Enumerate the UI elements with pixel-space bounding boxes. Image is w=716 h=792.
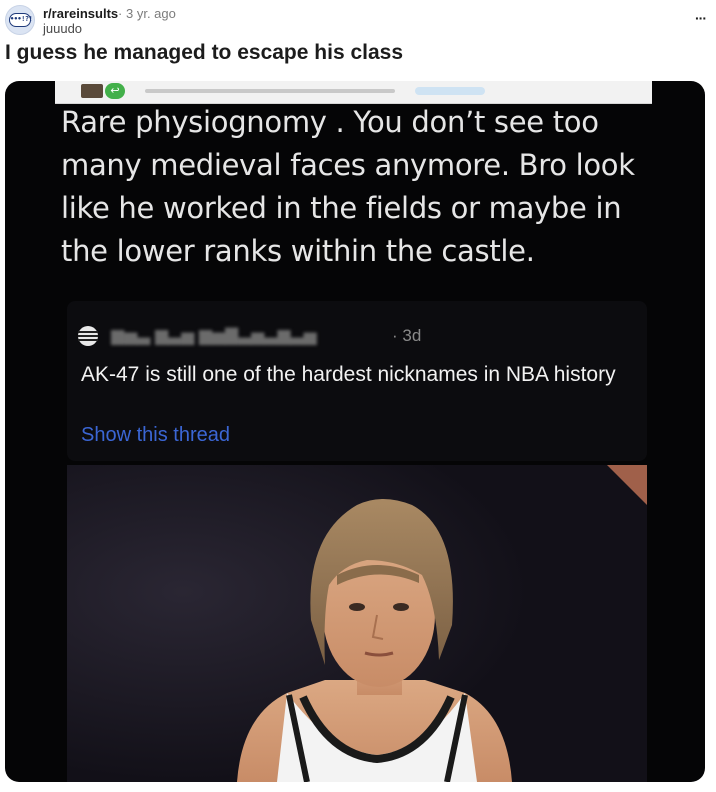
tweet-line: Rare physiognomy . You don’t see too (61, 105, 599, 139)
tweet-text: Rare physiognomy . You don’t see too man… (61, 101, 661, 273)
blurred-handle: ▆▅▃ ▆▃▅ ▆▅▇▃▅▃▆▃▅ (111, 326, 317, 345)
tweet-line: like he worked in the fields or maybe in (61, 191, 622, 225)
tweet-avatar (81, 84, 103, 98)
post-header: •••!?! r/rareinsults · 3 yr. ago juuudo … (0, 0, 716, 40)
quoted-time: · 3d (392, 326, 422, 345)
quoted-tweet: ▆▅▃ ▆▃▅ ▆▅▇▃▅▃▆▃▅ · 3d AK-47 is still on… (67, 301, 647, 461)
verified-icon: ↩ (105, 83, 125, 99)
flag-avatar-icon (78, 326, 98, 346)
player-photo (67, 465, 647, 782)
post-image[interactable]: ↩ Rare physiognomy . You don’t see too m… (5, 81, 705, 782)
tweet-line: the lower ranks within the castle. (61, 234, 535, 268)
blurred-button (415, 87, 485, 95)
subreddit-name[interactable]: r/rareinsults (43, 6, 118, 21)
meta-separator: · (118, 6, 123, 21)
tweet-line: many medieval faces anymore. Bro look (61, 148, 635, 182)
show-thread-link: Show this thread (81, 424, 230, 446)
post-title: I guess he managed to escape his class (5, 41, 404, 64)
quoted-text: AK-47 is still one of the hardest nickna… (81, 363, 616, 386)
blurred-text (145, 89, 395, 93)
post-author[interactable]: juuudo (43, 21, 82, 36)
speech-bubble-icon: •••!?! (9, 13, 33, 27)
more-options-icon[interactable]: ··· (695, 10, 707, 26)
subreddit-avatar[interactable]: •••!?! (5, 5, 35, 35)
post-age: 3 yr. ago (126, 6, 176, 21)
